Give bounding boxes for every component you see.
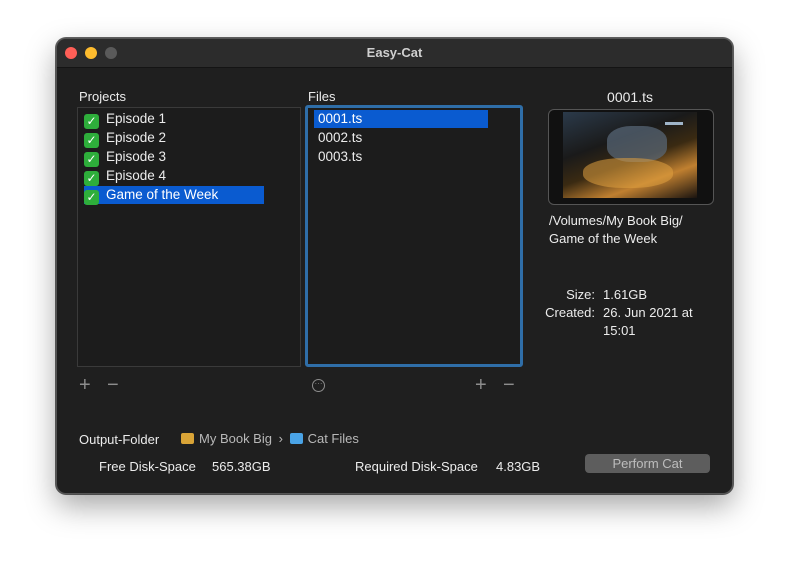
video-thumbnail [548,109,714,205]
output-folder-path[interactable]: My Book Big › Cat Files [181,431,359,446]
window-title: Easy-Cat [366,45,423,60]
check-icon: ✓ [84,152,99,167]
required-disk-space-label: Required Disk-Space [355,459,478,474]
path-crumb-drive[interactable]: My Book Big [199,431,272,446]
projects-list[interactable]: ✓ Episode 1 ✓ Episode 2 ✓ Episode 3 ✓ Episod… [77,107,301,367]
check-icon: ✓ [84,171,99,186]
project-item[interactable]: ✓ Episode 4 [84,167,166,186]
projects-label: Projects [79,89,126,104]
file-item-selected[interactable]: 0001.ts [314,110,488,128]
output-folder-label: Output-Folder [79,432,160,447]
project-item[interactable]: ✓ Episode 1 [84,110,166,129]
created-label: Created: [545,305,595,320]
free-disk-space-value: 565.38GB [212,459,271,474]
check-icon: ✓ [84,190,99,205]
project-item[interactable]: ✓ Episode 3 [84,148,166,167]
size-label: Size: [566,287,595,302]
app-window: Easy-Cat Projects ✓ Episode 1 ✓ Episode 2 … [56,38,733,494]
remove-file-button[interactable]: − [503,375,515,395]
path-crumb-folder[interactable]: Cat Files [308,431,359,446]
watermark-logo [665,122,683,125]
files-list[interactable]: 0001.ts 0002.ts 0003.ts [305,105,523,367]
add-file-button[interactable]: + [475,375,487,395]
check-icon: ✓ [84,114,99,129]
project-item-selected[interactable]: ✓ Game of the Week [84,186,264,205]
file-item[interactable]: 0002.ts [318,129,362,147]
created-value-line2: 15:01 [603,323,636,338]
check-icon: ✓ [84,133,99,148]
more-options-icon[interactable]: ··· [312,379,325,392]
remove-project-button[interactable]: − [107,375,119,395]
project-item[interactable]: ✓ Episode 2 [84,129,166,148]
size-value: 1.61GB [603,287,648,302]
preview-filename: 0001.ts [607,89,653,105]
add-project-button[interactable]: + [79,375,91,395]
required-disk-space-value: 4.83GB [496,459,541,474]
file-item[interactable]: 0003.ts [318,148,362,166]
path-separator: › [278,431,283,446]
free-disk-space-label: Free Disk-Space [99,459,196,474]
created-value-line1: 26. Jun 2021 at [603,305,693,320]
title-bar: Easy-Cat [57,39,732,68]
folder-icon [289,433,303,444]
files-label: Files [308,89,336,104]
drive-icon [181,433,194,444]
preview-path-line2: Game of the Week [549,231,658,246]
preview-path-line1: /Volumes/My Book Big/ [549,213,683,228]
perform-cat-button[interactable]: Perform Cat [585,454,710,473]
